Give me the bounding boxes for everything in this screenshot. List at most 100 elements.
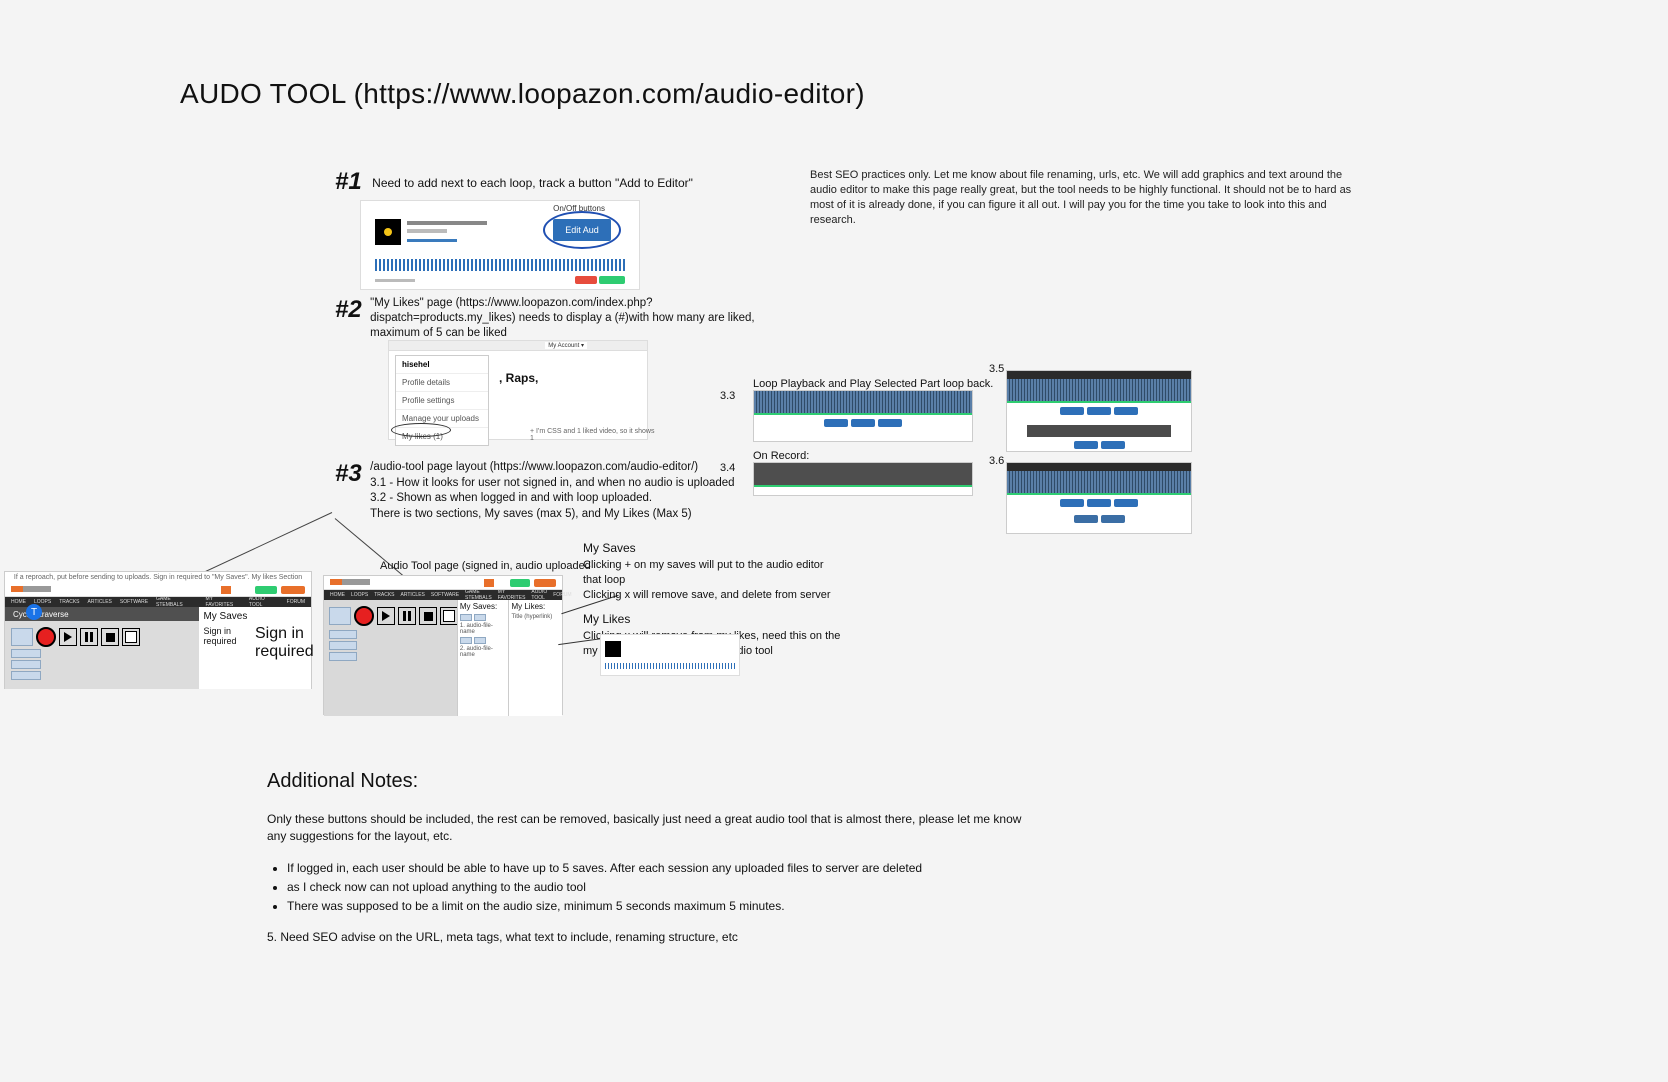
- panel-button[interactable]: [1060, 407, 1084, 415]
- upload-button[interactable]: [329, 607, 351, 625]
- panel-3-6: [1006, 462, 1192, 534]
- text-line: [407, 229, 447, 233]
- panel-button[interactable]: [1101, 515, 1125, 523]
- panel-button[interactable]: [851, 419, 875, 427]
- tool-button[interactable]: [329, 652, 357, 661]
- add-icon[interactable]: [460, 637, 472, 644]
- caption-3-3: Loop Playback and Play Selected Part loo…: [753, 378, 993, 390]
- highlight-oval: [391, 423, 451, 437]
- play-icon[interactable]: [59, 628, 77, 646]
- section-3-text: /audio-tool page layout (https://www.loo…: [370, 460, 750, 522]
- register-button[interactable]: [281, 586, 305, 594]
- record-button[interactable]: [354, 606, 374, 626]
- note-bullet: If logged in, each user should be able t…: [287, 859, 1027, 878]
- login-button[interactable]: [255, 586, 277, 594]
- panel-3-3: [753, 390, 973, 442]
- section-1: #1 Need to add next to each loop, track …: [335, 168, 693, 196]
- upload-button[interactable]: [11, 628, 33, 646]
- panel-button[interactable]: [1087, 499, 1111, 507]
- record-button[interactable]: [36, 627, 56, 647]
- register-button[interactable]: [534, 579, 556, 587]
- tool-button[interactable]: [329, 641, 357, 650]
- panel-button[interactable]: [824, 419, 848, 427]
- like-title[interactable]: Title (hyperlink): [509, 613, 562, 621]
- mock-3-2-label: Audio Tool page (signed in, audio upload…: [380, 560, 591, 572]
- seo-note: Best SEO practices only. Let me know abo…: [810, 168, 1370, 227]
- nav-item[interactable]: SOFTWARE: [431, 592, 459, 598]
- highlight-oval: [543, 211, 621, 249]
- remove-icon[interactable]: [474, 637, 486, 644]
- mock-3-1: If a reproach, put before sending to upl…: [4, 571, 312, 689]
- nav-item[interactable]: HOME: [330, 592, 345, 598]
- panel-button[interactable]: [1114, 407, 1138, 415]
- panel-button[interactable]: [878, 419, 902, 427]
- caption-3-4: On Record:: [753, 450, 809, 462]
- menu-item-profile-details[interactable]: Profile details: [396, 374, 488, 392]
- site-logo: [11, 586, 51, 592]
- nav-item[interactable]: TRACKS: [59, 599, 79, 605]
- like-button[interactable]: [575, 276, 597, 284]
- nav-item[interactable]: SOFTWARE: [120, 599, 148, 605]
- panel-3-5: [1006, 370, 1192, 452]
- panel-button[interactable]: [1074, 515, 1098, 523]
- main-nav: HOME LOOPS TRACKS ARTICLES SOFTWARE GAME…: [5, 597, 311, 607]
- my-likes-heading: My Likes: [583, 611, 843, 627]
- my-likes-heading: My Likes:: [509, 600, 562, 613]
- pause-icon[interactable]: [398, 607, 416, 625]
- save-icon[interactable]: [440, 607, 458, 625]
- nav-item[interactable]: LOOPS: [351, 592, 368, 598]
- mock-caption: If a reproach, put before sending to upl…: [5, 572, 311, 583]
- menu-item-profile-settings[interactable]: Profile settings: [396, 392, 488, 410]
- stop-icon[interactable]: [419, 607, 437, 625]
- loop-thumbnail: [375, 219, 401, 245]
- panel-button[interactable]: [1087, 407, 1111, 415]
- section-1-text: Need to add next to each loop, track a b…: [372, 176, 693, 190]
- nav-item[interactable]: ARTICLES: [88, 599, 112, 605]
- section-2-mockup: My Account ▾ hisehel Profile details Pro…: [388, 340, 648, 440]
- my-saves-heading: My Saves: [583, 540, 843, 556]
- stop-icon[interactable]: [101, 628, 119, 646]
- nav-item[interactable]: FORUM: [287, 599, 305, 605]
- add-icon[interactable]: [460, 614, 472, 621]
- remove-icon[interactable]: [474, 614, 486, 621]
- search-button[interactable]: [484, 579, 494, 587]
- save-icon[interactable]: [122, 628, 140, 646]
- my-saves-text: Clicking + on my saves will put to the a…: [583, 558, 843, 603]
- bottom-row: [375, 275, 625, 285]
- section-2-text: "My Likes" page (https://www.loopazon.co…: [370, 296, 770, 341]
- nav-item[interactable]: ARTICLES: [401, 592, 425, 598]
- tool-button[interactable]: [11, 660, 41, 669]
- search-button[interactable]: [221, 586, 231, 594]
- panel-button[interactable]: [1114, 499, 1138, 507]
- my-account-dropdown[interactable]: My Account ▾: [545, 342, 587, 349]
- download-button[interactable]: [599, 276, 625, 284]
- save-row: [458, 613, 509, 622]
- waveform: [605, 663, 735, 669]
- label-3-4: 3.4: [720, 462, 735, 474]
- play-icon[interactable]: [377, 607, 395, 625]
- loop-thumbnail: [605, 641, 621, 657]
- section-1-num: #1: [335, 168, 362, 196]
- save-row: [458, 636, 509, 645]
- mock-3-2: HOME LOOPS TRACKS ARTICLES SOFTWARE GAME…: [323, 575, 563, 715]
- panel-button[interactable]: [1060, 499, 1084, 507]
- login-button[interactable]: [510, 579, 530, 587]
- panel-button[interactable]: [1074, 441, 1098, 449]
- tool-button[interactable]: [11, 649, 41, 658]
- menu-username: hisehel: [396, 356, 488, 374]
- nav-item[interactable]: HOME: [11, 599, 26, 605]
- pause-icon[interactable]: [80, 628, 98, 646]
- tool-button[interactable]: [11, 671, 41, 680]
- panel-button[interactable]: [1101, 441, 1125, 449]
- tool-button[interactable]: [329, 630, 357, 639]
- section-3-num: #3: [335, 460, 362, 488]
- my-saves-heading: My Saves:: [458, 600, 509, 613]
- nav-item[interactable]: TRACKS: [374, 592, 394, 598]
- additional-notes-para: Only these buttons should be included, t…: [267, 811, 1027, 845]
- waveform: [375, 259, 625, 271]
- section-1-mockup: On/Off buttons Edit Aud: [360, 200, 640, 290]
- nav-item[interactable]: FORUM: [553, 592, 571, 598]
- text-line: [407, 239, 457, 242]
- additional-notes: Additional Notes: Only these buttons sho…: [267, 770, 1027, 944]
- main-nav: HOME LOOPS TRACKS ARTICLES SOFTWARE GAME…: [324, 590, 562, 600]
